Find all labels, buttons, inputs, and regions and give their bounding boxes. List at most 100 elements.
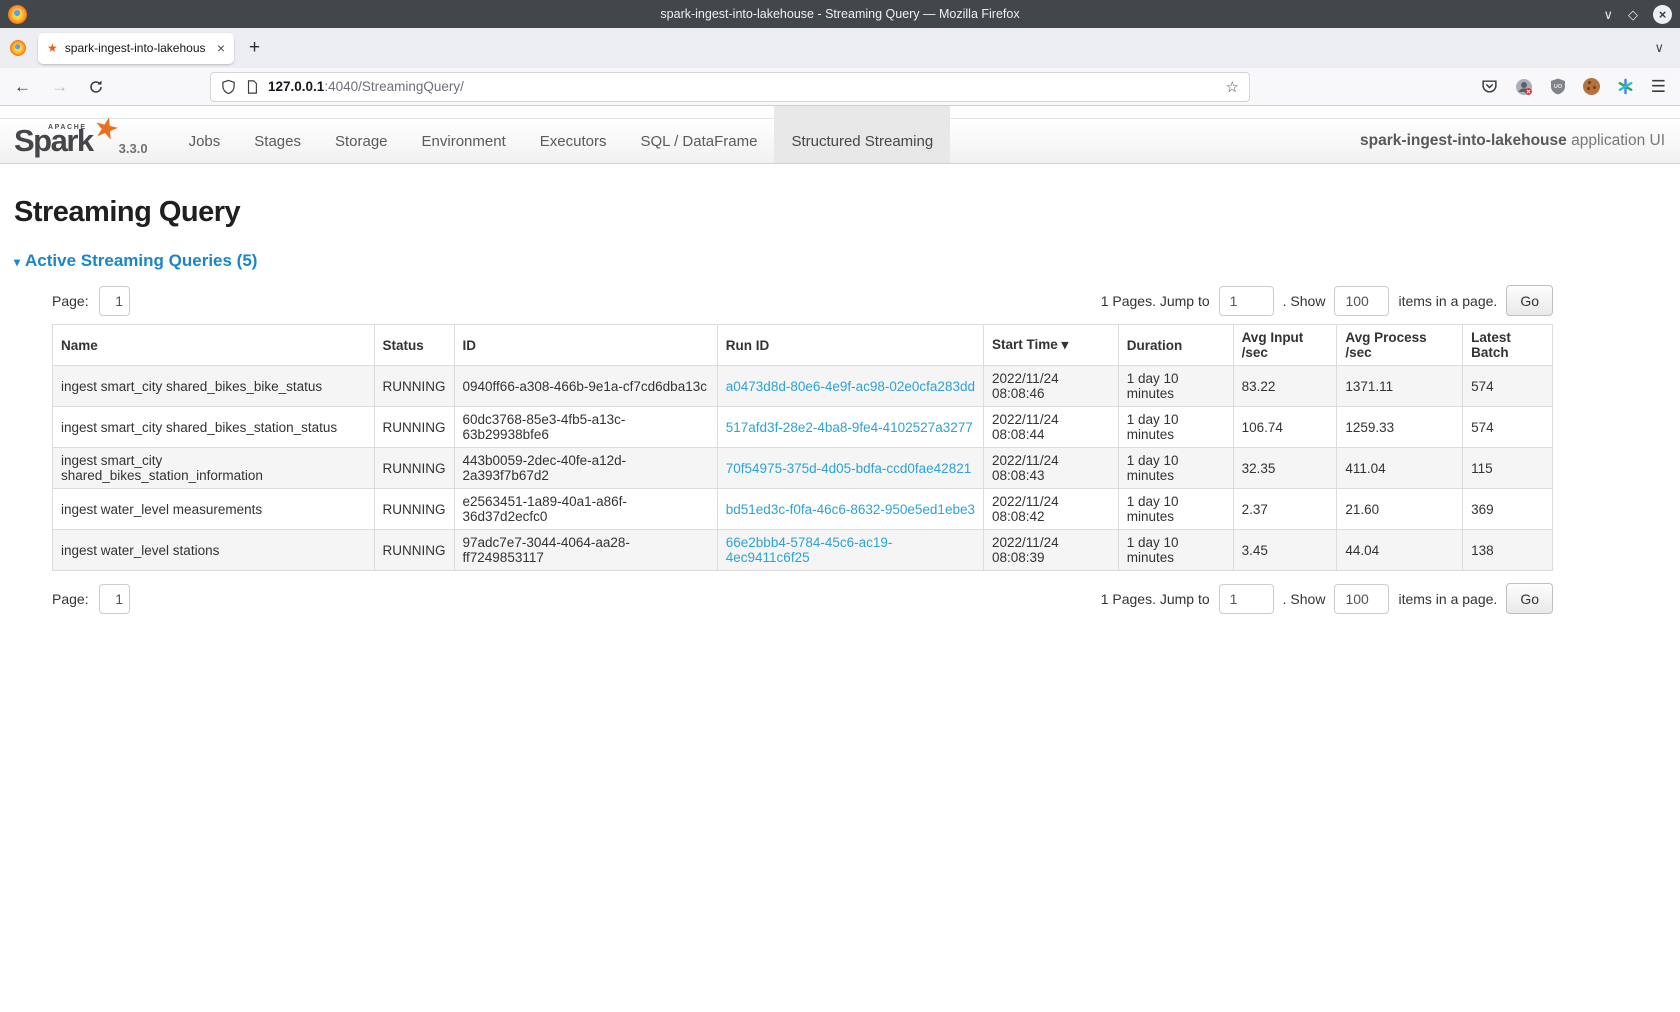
tab-close-icon[interactable]: × <box>217 41 225 55</box>
spark-nav-tabs: JobsStagesStorageEnvironmentExecutorsSQL… <box>172 119 951 163</box>
column-header-latest-batch[interactable]: Latest Batch <box>1463 325 1553 366</box>
browser-toolbar: ← → 127.0.0.1:4040/StreamingQuery/ ☆ UO … <box>0 68 1680 106</box>
svg-text:UO: UO <box>1554 84 1563 90</box>
run-id-link[interactable]: 70f54975-375d-4d05-bdfa-ccd0fae42821 <box>726 461 971 476</box>
spark-logo[interactable]: APACHE Spark ★ 3.3.0 <box>0 119 148 163</box>
browser-tab[interactable]: ★ spark-ingest-into-lakehous × <box>38 33 234 64</box>
spark-tab-structured-streaming[interactable]: Structured Streaming <box>774 119 950 163</box>
run-id-link[interactable]: bd51ed3c-f0fa-46c6-8632-950e5ed1ebe3 <box>726 502 975 517</box>
cell-run-id: 70f54975-375d-4d05-bdfa-ccd0fae42821 <box>717 448 983 489</box>
cell-status: RUNNING <box>374 530 454 571</box>
cell-status: RUNNING <box>374 489 454 530</box>
go-button[interactable]: Go <box>1506 583 1553 614</box>
column-header-avg-input-sec[interactable]: Avg Input /sec <box>1233 325 1337 366</box>
collapse-arrow-icon: ▾ <box>14 255 20 269</box>
cell-avg-process: 21.60 <box>1337 489 1463 530</box>
active-streaming-queries-toggle[interactable]: ▾Active Streaming Queries (5) <box>14 251 1666 271</box>
table-row: ingest smart_city shared_bikes_station_i… <box>53 448 1553 489</box>
column-header-name[interactable]: Name <box>53 325 375 366</box>
cell-id: 97adc7e7-3044-4064-aa28-ff7249853117 <box>454 530 717 571</box>
table-row: ingest water_level measurementsRUNNINGe2… <box>53 489 1553 530</box>
window-titlebar: spark-ingest-into-lakehouse - Streaming … <box>0 0 1680 28</box>
application-name: spark-ingest-into-lakehouse <box>1360 132 1567 149</box>
cell-start-time: 2022/11/24 08:08:46 <box>984 366 1119 407</box>
items-text: items in a page. <box>1398 293 1497 309</box>
spark-favicon-icon: ★ <box>47 42 58 54</box>
column-header-id[interactable]: ID <box>454 325 717 366</box>
pages-jump-text: 1 Pages. Jump to <box>1101 293 1210 309</box>
firefox-logo-icon <box>8 5 27 24</box>
cell-avg-process: 44.04 <box>1337 530 1463 571</box>
list-all-tabs-icon[interactable]: ∨ <box>1654 40 1670 56</box>
items-per-page-input[interactable] <box>1334 286 1389 316</box>
cell-avg-input: 32.35 <box>1233 448 1337 489</box>
page-number-input[interactable] <box>99 286 130 316</box>
identity-extension-icon[interactable] <box>1515 78 1533 96</box>
cell-run-id: 66e2bbb4-5784-45c6-ac19-4ec9411c6f25 <box>717 530 983 571</box>
close-icon[interactable]: × <box>1653 5 1672 24</box>
application-ui-suffix: application UI <box>1571 132 1665 149</box>
ublock-icon[interactable]: UO <box>1550 78 1566 95</box>
page-info-icon[interactable] <box>245 79 259 95</box>
page-number-input[interactable] <box>99 584 130 614</box>
cookie-extension-icon[interactable] <box>1583 78 1600 95</box>
run-id-link[interactable]: 517afd3f-28e2-4ba8-9fe4-4102527a3277 <box>726 420 973 435</box>
url-path: :4040/StreamingQuery/ <box>324 79 464 94</box>
cell-avg-input: 106.74 <box>1233 407 1337 448</box>
cell-avg-process: 1259.33 <box>1337 407 1463 448</box>
jump-to-page-input[interactable] <box>1219 584 1274 614</box>
spark-tab-environment[interactable]: Environment <box>405 119 523 163</box>
reload-icon[interactable] <box>88 79 104 95</box>
cell-latest-batch: 574 <box>1463 366 1553 407</box>
column-header-run-id[interactable]: Run ID <box>717 325 983 366</box>
menu-icon[interactable]: ☰ <box>1651 77 1666 97</box>
cell-run-id: 517afd3f-28e2-4ba8-9fe4-4102527a3277 <box>717 407 983 448</box>
shield-icon[interactable] <box>221 79 236 95</box>
run-id-link[interactable]: 66e2bbb4-5784-45c6-ac19-4ec9411c6f25 <box>726 535 893 565</box>
jump-to-page-input[interactable] <box>1219 286 1274 316</box>
cell-avg-input: 83.22 <box>1233 366 1337 407</box>
container-extension-icon[interactable] <box>1617 78 1634 95</box>
spark-star-icon: ★ <box>90 112 122 146</box>
spark-tab-stages[interactable]: Stages <box>237 119 318 163</box>
column-header-duration[interactable]: Duration <box>1118 325 1233 366</box>
cell-latest-batch: 138 <box>1463 530 1553 571</box>
cell-id: 0940ff66-a308-466b-9e1a-cf7cd6dba13c <box>454 366 717 407</box>
cell-id: 60dc3768-85e3-4fb5-a13c-63b29938bfe6 <box>454 407 717 448</box>
url-host: 127.0.0.1 <box>268 79 324 94</box>
column-header-avg-process-sec[interactable]: Avg Process /sec <box>1337 325 1463 366</box>
column-header-start-time[interactable]: Start Time ▾ <box>984 325 1119 366</box>
pocket-icon[interactable] <box>1481 78 1498 95</box>
items-per-page-input[interactable] <box>1334 584 1389 614</box>
new-tab-button[interactable]: + <box>249 37 260 59</box>
bookmark-star-icon[interactable]: ☆ <box>1226 78 1239 96</box>
items-text: items in a page. <box>1398 591 1497 607</box>
cell-id: 443b0059-2dec-40fe-a12d-2a393f7b67d2 <box>454 448 717 489</box>
cell-duration: 1 day 10 minutes <box>1118 366 1233 407</box>
spark-tab-sql-dataframe[interactable]: SQL / DataFrame <box>623 119 774 163</box>
run-id-link[interactable]: a0473d8d-80e6-4e9f-ac98-02e0cfa283dd <box>726 379 975 394</box>
cell-run-id: bd51ed3c-f0fa-46c6-8632-950e5ed1ebe3 <box>717 489 983 530</box>
streaming-queries-table: NameStatusIDRun IDStart Time ▾DurationAv… <box>52 324 1553 571</box>
cell-run-id: a0473d8d-80e6-4e9f-ac98-02e0cfa283dd <box>717 366 983 407</box>
pages-jump-text: 1 Pages. Jump to <box>1101 591 1210 607</box>
cell-duration: 1 day 10 minutes <box>1118 530 1233 571</box>
column-header-status[interactable]: Status <box>374 325 454 366</box>
maximize-icon[interactable]: ◇ <box>1628 8 1638 21</box>
go-button[interactable]: Go <box>1506 285 1553 316</box>
table-row: ingest smart_city shared_bikes_station_s… <box>53 407 1553 448</box>
cell-avg-input: 2.37 <box>1233 489 1337 530</box>
back-button[interactable]: ← <box>14 78 31 95</box>
cell-status: RUNNING <box>374 407 454 448</box>
pagination-top: Page: 1 Pages. Jump to . Show items in a… <box>52 285 1553 316</box>
cell-latest-batch: 369 <box>1463 489 1553 530</box>
cell-duration: 1 day 10 minutes <box>1118 407 1233 448</box>
spark-tab-executors[interactable]: Executors <box>523 119 624 163</box>
cell-name: ingest smart_city shared_bikes_station_s… <box>53 407 375 448</box>
cell-avg-input: 3.45 <box>1233 530 1337 571</box>
spark-tab-jobs[interactable]: Jobs <box>172 119 238 163</box>
url-bar[interactable]: 127.0.0.1:4040/StreamingQuery/ ☆ <box>210 72 1250 102</box>
spark-tab-storage[interactable]: Storage <box>318 119 405 163</box>
minimize-icon[interactable]: ∨ <box>1603 8 1613 21</box>
cell-start-time: 2022/11/24 08:08:43 <box>984 448 1119 489</box>
